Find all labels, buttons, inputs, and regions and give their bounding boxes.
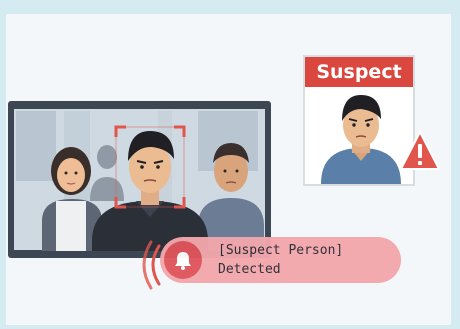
- detection-alert: [Suspect Person] Detected: [160, 237, 401, 283]
- suspect-portrait: [305, 87, 413, 184]
- cctv-monitor: [8, 101, 271, 258]
- alert-status: Detected: [218, 262, 281, 277]
- alert-title: [Suspect Person]: [218, 243, 344, 258]
- warning-icon: [398, 129, 442, 177]
- suspect-card-title: Suspect: [305, 57, 413, 87]
- bell-icon: [164, 241, 202, 279]
- cctv-feed: [14, 109, 265, 251]
